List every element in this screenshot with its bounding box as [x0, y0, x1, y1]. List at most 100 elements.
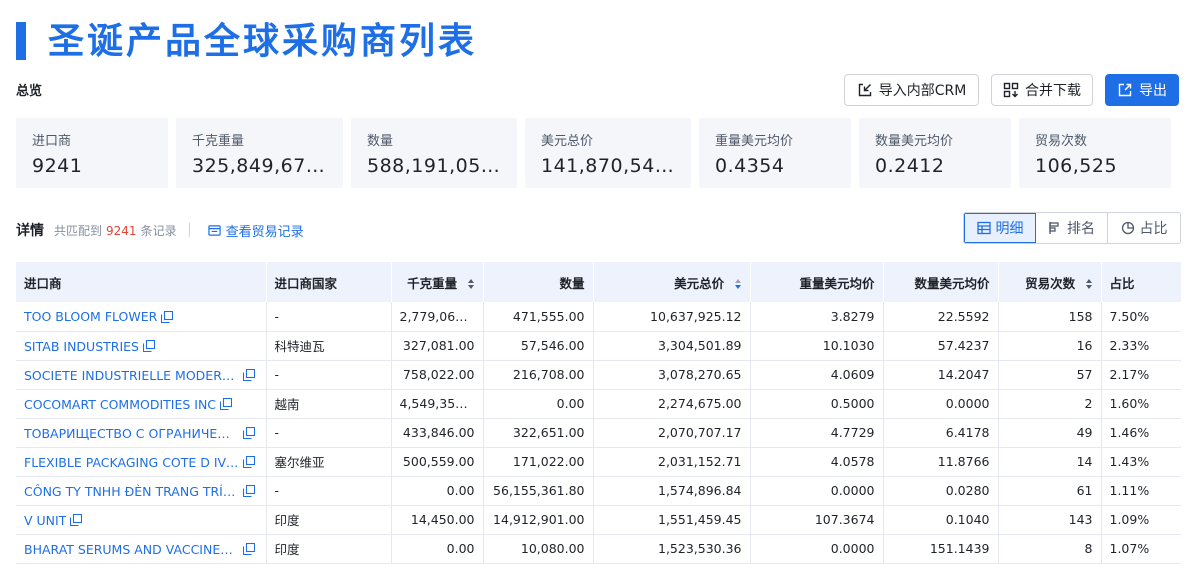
cell-importer-name: FLEXIBLE PACKAGING COTE D IVOIRE: [16, 447, 267, 477]
importer-link[interactable]: CÔNG TY TNHH ĐÈN TRANG TRÍ C...: [24, 484, 239, 499]
cell-weight-avg: 4.0578: [750, 447, 884, 477]
export-label: 导出: [1139, 83, 1167, 99]
cell-weight-avg: 4.0609: [750, 360, 884, 390]
title-accent-bar: [16, 22, 26, 60]
stat-value: 0.4354: [715, 155, 785, 177]
importer-link[interactable]: FLEXIBLE PACKAGING COTE D IVOIRE: [24, 455, 239, 470]
cell-quantity-avg: 14.2047: [883, 360, 999, 390]
cell-share: 1.09%: [1101, 505, 1181, 535]
cell-share: 2.17%: [1101, 360, 1181, 390]
copy-icon[interactable]: [161, 310, 174, 323]
cell-share: 1.60%: [1101, 389, 1181, 419]
cell-weight-avg: 10.1030: [750, 331, 884, 361]
export-button[interactable]: 导出: [1105, 74, 1179, 106]
cell-trade-count: 57: [998, 360, 1102, 390]
tab-detail-label: 明细: [995, 221, 1024, 237]
merge-download-button[interactable]: 合并下载: [991, 74, 1093, 106]
tab-ranking[interactable]: 排名: [1036, 213, 1108, 243]
cell-quantity: 471,555.00: [483, 302, 594, 332]
cell-quantity: 10,080.00: [483, 534, 594, 564]
view-trade-records-link[interactable]: 查看贸易记录: [207, 221, 304, 240]
copy-icon[interactable]: [243, 543, 255, 555]
col-weight-avg: 重量美元均价: [750, 262, 884, 302]
cell-importer-country: -: [266, 360, 392, 390]
cell-importer-country: 塞尔维亚: [266, 447, 392, 477]
col-quantity: 数量: [483, 262, 594, 302]
importer-link[interactable]: SOCIETE INDUSTRIELLE MODERNE ...: [24, 368, 239, 383]
details-header: 详情 共匹配到 9241 条记录 查看贸易记录: [16, 220, 304, 240]
copy-icon[interactable]: [70, 514, 83, 526]
cell-quantity-avg: 11.8766: [883, 447, 999, 477]
cell-importer-country: 越南: [266, 389, 392, 419]
cell-quantity: 57,546.00: [483, 331, 594, 361]
cell-weight: 327,081.00: [391, 331, 484, 361]
stat-label: 数量美元均价: [875, 134, 954, 149]
importer-link[interactable]: ТОВАРИЩЕСТВО С ОГРАНИЧЕНН...: [24, 426, 239, 441]
table-row: FLEXIBLE PACKAGING COTE D IVOIRE 塞尔维亚 500,…: [16, 447, 1181, 477]
cell-quantity: 14,912,901.00: [483, 505, 594, 535]
sort-icon: [467, 279, 474, 289]
importer-link[interactable]: SITAB INDUSTRIES: [24, 339, 139, 354]
stat-label: 美元总价: [541, 134, 594, 149]
stat-card-total-usd: 美元总价 141,870,544...: [525, 118, 691, 188]
cell-trade-count: 49: [998, 418, 1102, 448]
cell-total-usd: 2,031,152.71: [593, 447, 751, 477]
import-crm-button[interactable]: 导入内部CRM: [844, 74, 979, 106]
cell-total-usd: 2,274,675.00: [593, 389, 751, 419]
stat-card-trade-count: 贸易次数 106,525: [1019, 118, 1171, 188]
tab-ranking-label: 排名: [1067, 221, 1095, 237]
cell-weight-avg: 107.3674: [750, 505, 884, 535]
importer-link[interactable]: BHARAT SERUMS AND VACCINES L...: [24, 542, 239, 557]
stats-row: 进口商 9241 千克重量 325,849,678... 数量 588,191,…: [16, 118, 1171, 188]
copy-icon[interactable]: [243, 369, 255, 381]
cell-weight-avg: 0.0000: [750, 534, 884, 564]
importer-link[interactable]: TOO BLOOM FLOWER: [24, 309, 157, 324]
import-icon: [858, 83, 871, 97]
cell-importer-name: COCOMART COMMODITIES INC: [16, 389, 267, 419]
tab-share-label: 占比: [1139, 221, 1168, 237]
col-country: 进口商国家: [266, 262, 392, 302]
cell-weight-avg: 0.0000: [750, 476, 884, 506]
tab-share[interactable]: 占比: [1108, 213, 1180, 243]
cell-weight-avg: 0.5000: [750, 389, 884, 419]
cell-quantity-avg: 0.0280: [883, 476, 999, 506]
importer-link[interactable]: COCOMART COMMODITIES INC: [24, 397, 216, 412]
cell-trade-count: 8: [998, 534, 1102, 564]
tab-detail[interactable]: 明细: [964, 213, 1036, 243]
cell-importer-country: -: [266, 302, 392, 332]
col-total-usd[interactable]: 美元总价: [593, 262, 751, 302]
cell-importer-country: 印度: [266, 505, 392, 535]
col-trade-count[interactable]: 贸易次数: [998, 262, 1102, 302]
cell-quantity-avg: 151.1439: [883, 534, 999, 564]
cell-quantity: 171,022.00: [483, 447, 594, 477]
cell-quantity: 56,155,361.80: [483, 476, 594, 506]
cell-quantity-avg: 57.4237: [883, 331, 999, 361]
cell-total-usd: 2,070,707.17: [593, 418, 751, 448]
stat-label: 重量美元均价: [715, 134, 794, 149]
cell-weight: 433,846.00: [391, 418, 484, 448]
cell-trade-count: 61: [998, 476, 1102, 506]
copy-icon[interactable]: [220, 398, 233, 410]
importer-link[interactable]: V UNIT: [24, 513, 66, 528]
table-row: SOCIETE INDUSTRIELLE MODERNE ... -758,022…: [16, 360, 1181, 390]
record-count-suffix: 条记录: [140, 223, 177, 238]
copy-icon[interactable]: [243, 485, 255, 497]
cell-weight: 500,559.00: [391, 447, 484, 477]
copy-icon[interactable]: [243, 427, 255, 439]
stat-card-weight: 千克重量 325,849,678...: [176, 118, 343, 188]
cell-quantity: 322,651.00: [483, 418, 594, 448]
page-title: 圣诞产品全球采购商列表: [48, 21, 478, 62]
copy-icon[interactable]: [142, 340, 155, 352]
cell-weight: 14,450.00: [391, 505, 484, 535]
cell-importer-name: V UNIT: [16, 505, 267, 535]
stat-card-quantity-avg: 数量美元均价 0.2412: [859, 118, 1011, 188]
cell-share: 1.11%: [1101, 476, 1181, 506]
cell-trade-count: 16: [998, 331, 1102, 361]
cell-quantity-avg: 0.0000: [883, 389, 999, 419]
cell-weight-avg: 4.7729: [750, 418, 884, 448]
col-weight[interactable]: 千克重量: [391, 262, 484, 302]
cell-importer-country: -: [266, 476, 392, 506]
record-count-prefix: 共匹配到: [54, 223, 103, 238]
table-body: TOO BLOOM FLOWER -2,779,062.00 471,555.00 1…: [16, 302, 1181, 564]
copy-icon[interactable]: [243, 456, 255, 468]
